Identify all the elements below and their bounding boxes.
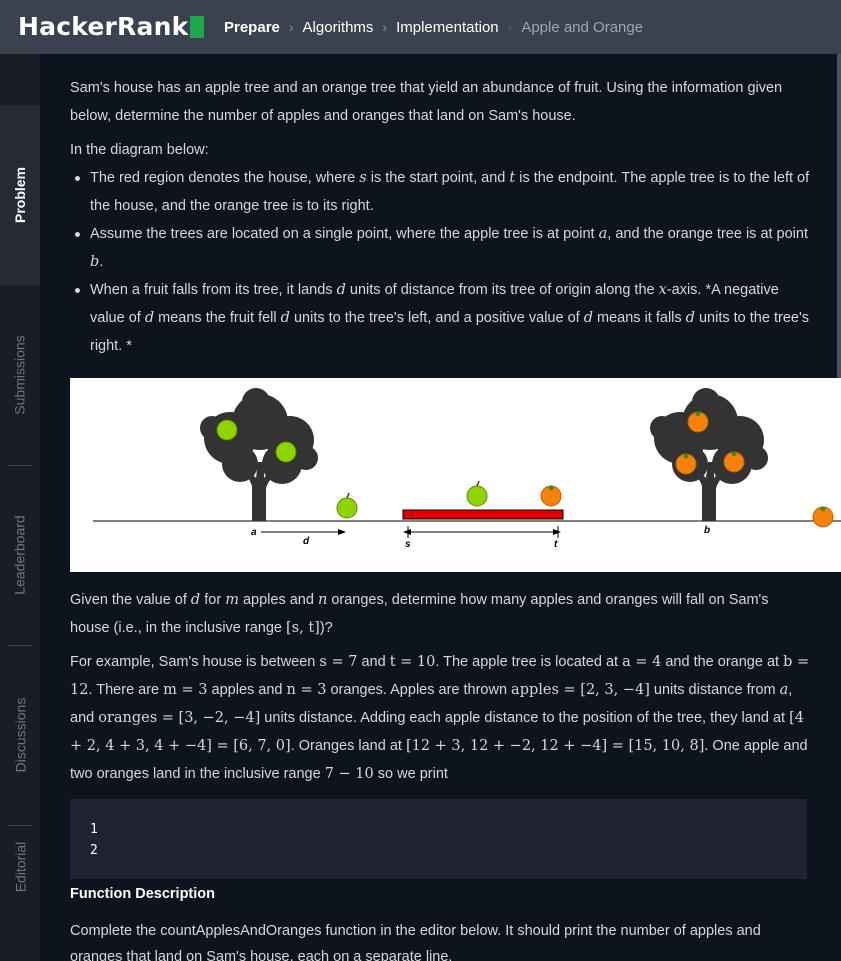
- question-paragraph: Given the value of d for m apples and n …: [70, 592, 769, 636]
- scrollbar[interactable]: [837, 54, 841, 424]
- logo-block-icon: [190, 15, 205, 38]
- tab-editorial-label: Editorial: [12, 841, 28, 893]
- label-b: b: [704, 525, 710, 536]
- house-region: [402, 509, 564, 520]
- orange-icon: [540, 485, 562, 507]
- bullet-list: The red region denotes the house, where …: [75, 164, 810, 360]
- label-a: a: [251, 527, 257, 538]
- tab-editorial[interactable]: Editorial: [0, 825, 40, 961]
- label-t: t: [554, 539, 558, 550]
- label-s: s: [405, 539, 411, 550]
- top-navbar: HackerRank Prepare › Algorithms › Implem…: [0, 0, 841, 54]
- tab-leaderboard[interactable]: Leaderboard: [0, 465, 40, 645]
- chevron-right-icon: ›: [288, 19, 294, 35]
- problem-panel: Sam's house has an apple tree and an ora…: [40, 54, 841, 961]
- tab-submissions-label: Submissions: [12, 335, 28, 415]
- orange-icon: [675, 453, 697, 475]
- function-description-heading: Function Description: [70, 886, 215, 902]
- breadcrumb-current: Apple and Orange: [521, 18, 644, 36]
- list-item: The red region denotes the house, where …: [75, 164, 810, 220]
- apple-tree-icon: [200, 388, 318, 521]
- orange-icon: [812, 506, 834, 528]
- tab-problem[interactable]: Problem: [0, 105, 40, 285]
- function-description-text: Complete the countApplesAndOranges funct…: [70, 923, 761, 961]
- label-d: d: [303, 536, 310, 547]
- tab-submissions[interactable]: Submissions: [0, 285, 40, 465]
- breadcrumb: Prepare › Algorithms › Implementation › …: [224, 0, 643, 54]
- sidebar: Problem Submissions Leaderboard Discussi…: [0, 54, 40, 961]
- logo-text: HackerRank: [18, 12, 189, 41]
- sample-output-block: 1 2: [70, 799, 807, 879]
- tab-discussions-label: Discussions: [12, 697, 29, 773]
- example-section: Given the value of d for m apples and n …: [70, 586, 810, 788]
- intro-paragraph: Sam's house has an apple tree and an ora…: [70, 80, 783, 124]
- hackerrank-logo[interactable]: HackerRank: [18, 12, 205, 41]
- problem-statement: Sam's house has an apple tree and an ora…: [70, 74, 810, 360]
- tab-discussions[interactable]: Discussions: [0, 645, 40, 825]
- apple-icon: [336, 492, 358, 519]
- breadcrumb-implementation[interactable]: Implementation: [396, 19, 499, 36]
- apple-icon: [466, 480, 488, 507]
- orange-icon: [723, 451, 745, 473]
- output-line: 1: [90, 822, 98, 837]
- list-item: When a fruit falls from its tree, it lan…: [75, 276, 810, 360]
- tab-leaderboard-label: Leaderboard: [12, 515, 28, 595]
- diagram-svg: a d s t b: [93, 388, 841, 550]
- breadcrumb-prepare[interactable]: Prepare: [224, 19, 280, 36]
- orange-tree-icon: [650, 388, 768, 521]
- list-item: Assume the trees are located on a single…: [75, 220, 810, 276]
- orange-icon: [687, 411, 709, 433]
- breadcrumb-algorithms[interactable]: Algorithms: [303, 19, 374, 36]
- example-paragraph: For example, Sam's house is between s = …: [70, 654, 810, 782]
- chevron-right-icon: ›: [507, 19, 513, 35]
- tab-problem-label: Problem: [12, 166, 29, 224]
- diagram-lead: In the diagram below:: [70, 142, 209, 158]
- output-line: 2: [90, 843, 98, 858]
- chevron-right-icon: ›: [382, 19, 388, 35]
- apple-orange-diagram: a d s t b: [70, 378, 841, 572]
